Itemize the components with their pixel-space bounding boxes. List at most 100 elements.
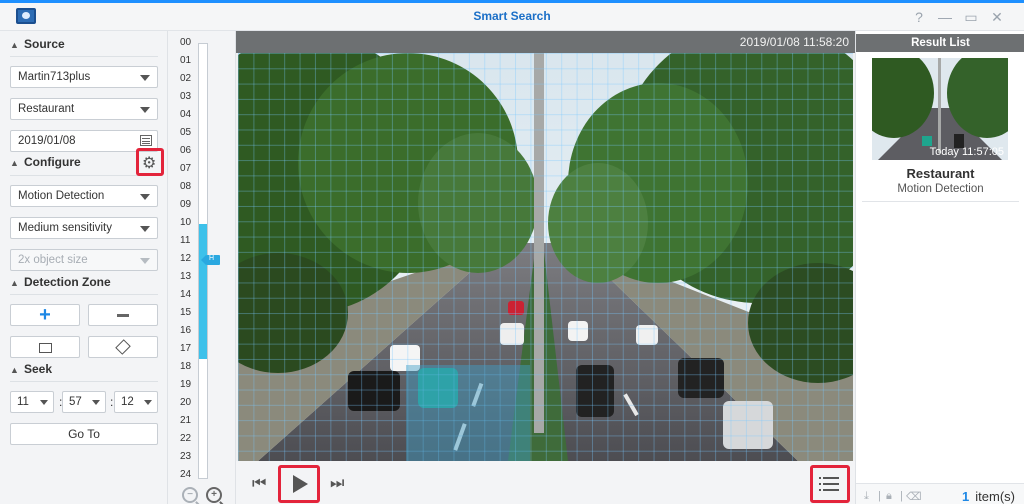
collapse-caret-icon: ▲ xyxy=(10,40,19,50)
playback-controls: ⏮ ⏭ xyxy=(236,461,855,504)
collapse-caret-icon: ▲ xyxy=(10,158,19,168)
dropdown-arrow-icon xyxy=(140,226,150,232)
timeline-hour-label: 03 xyxy=(180,91,192,102)
timeline-recording-range xyxy=(199,223,207,359)
gear-icon: ⚙ xyxy=(142,155,157,172)
timeline-hour-label: 00 xyxy=(180,37,192,48)
separator: | xyxy=(900,490,903,502)
timeline-hour-label: 14 xyxy=(180,289,192,300)
calendar-icon[interactable] xyxy=(140,135,152,146)
dropdown-arrow-icon xyxy=(92,400,100,405)
camera-select[interactable]: Martin713plus xyxy=(10,66,158,88)
result-type: Motion Detection xyxy=(897,183,984,195)
play-button[interactable] xyxy=(278,465,320,503)
video-timestamp: 2019/01/08 11:58:20 xyxy=(739,35,849,49)
eraser-icon[interactable]: ⌫ xyxy=(906,490,922,503)
timeline-hour-label: 01 xyxy=(180,55,192,66)
timeline-hour-label: 10 xyxy=(180,217,192,228)
timeline-panel: 00 01 02 03 04 05 06 07 08 09 10 11 12 13 14 15 16 17 18 19… xyxy=(168,31,236,504)
plus-icon: + xyxy=(39,304,51,326)
result-time: Today 11:57:05 xyxy=(929,146,1004,158)
maximize-icon[interactable]: ▭ xyxy=(962,8,980,26)
minimize-icon[interactable]: — xyxy=(936,8,954,26)
timeline-hour-label: 05 xyxy=(180,127,192,138)
timeline-hour-label: 20 xyxy=(180,397,192,408)
advanced-settings-button[interactable]: ⚙ xyxy=(136,148,164,176)
time-separator: : xyxy=(110,395,114,409)
list-icon xyxy=(819,477,839,479)
play-icon xyxy=(293,475,308,493)
dropdown-arrow-icon xyxy=(140,258,150,264)
video-area: 2019/01/08 11:58:20 ⏮ ⏭ xyxy=(236,31,855,504)
settings-panel: ▲ Source Martin713plus Restaurant 2019/01… xyxy=(0,31,168,504)
add-rectangle-icon xyxy=(38,343,52,353)
seek-section-header[interactable]: ▲ Seek xyxy=(10,362,158,382)
video-frame[interactable] xyxy=(238,53,853,461)
dropdown-arrow-icon xyxy=(140,107,150,113)
timeline-hour-label: 06 xyxy=(180,145,192,156)
collapse-caret-icon: ▲ xyxy=(10,365,19,375)
timeline-hour-label: 16 xyxy=(180,325,192,336)
timeline-hour-label: 11 xyxy=(180,235,191,246)
previous-icon[interactable]: ⏮ xyxy=(252,475,266,493)
timeline-hour-label: 08 xyxy=(180,181,192,192)
timeline-hour-label: 18 xyxy=(180,361,192,372)
zoom-out-icon[interactable]: − xyxy=(182,487,198,503)
erase-zone-button[interactable] xyxy=(88,336,158,358)
seek-hour-select[interactable]: 11 xyxy=(10,391,54,413)
location-select[interactable]: Restaurant xyxy=(10,98,158,120)
add-zone-button[interactable]: + xyxy=(10,304,80,326)
download-icon[interactable]: ⤓ xyxy=(864,490,869,503)
result-count: 1 item(s) xyxy=(962,489,1015,504)
timeline-hour-label: 17 xyxy=(180,343,192,354)
detection-grid-overlay xyxy=(238,53,853,461)
timeline-hour-label: 07 xyxy=(180,163,192,174)
separator: | xyxy=(878,490,881,502)
divider xyxy=(862,201,1019,202)
seek-second-select[interactable]: 12 xyxy=(114,391,158,413)
result-list-footer: ⤓ | 🔒︎ | ⌫ 1 item(s) xyxy=(856,483,1024,504)
timeline-hour-label: 02 xyxy=(180,73,192,84)
timeline-hour-label: 19 xyxy=(180,379,192,390)
detection-zone-overlay[interactable] xyxy=(406,365,530,461)
result-thumbnail[interactable]: Today 11:57:05 xyxy=(872,58,1008,160)
go-to-button[interactable]: Go To xyxy=(10,423,158,445)
eraser-icon xyxy=(115,339,131,355)
dropdown-arrow-icon xyxy=(144,400,152,405)
dropdown-arrow-icon xyxy=(40,400,48,405)
timeline-hour-label: 24 xyxy=(180,469,192,480)
dropdown-arrow-icon xyxy=(140,194,150,200)
timeline-hour-label: 15 xyxy=(180,307,192,318)
timeline-position-handle[interactable]: H xyxy=(201,255,220,266)
analytics-mode-select[interactable]: Motion Detection xyxy=(10,185,158,207)
seek-minute-select[interactable]: 57 xyxy=(62,391,106,413)
result-name: Restaurant xyxy=(906,166,975,181)
timeline-hour-label: 12 xyxy=(180,253,192,264)
configure-section-header[interactable]: ▲ Configure xyxy=(10,155,132,175)
zoom-in-icon[interactable]: + xyxy=(206,487,222,503)
lock-icon[interactable]: 🔒︎ xyxy=(886,490,892,503)
timeline-hour-label: 04 xyxy=(180,109,192,120)
close-icon[interactable]: ✕ xyxy=(988,8,1006,26)
timeline-hour-label: 21 xyxy=(180,415,192,426)
timeline-hour-label: 23 xyxy=(180,451,192,462)
result-list-header: Result List xyxy=(856,34,1024,52)
next-icon[interactable]: ⏭ xyxy=(330,475,344,493)
detection-zone-section-header[interactable]: ▲ Detection Zone xyxy=(10,275,158,295)
minus-icon xyxy=(117,314,129,318)
timeline-hour-label: 09 xyxy=(180,199,192,210)
result-list-toggle-button[interactable] xyxy=(810,465,850,503)
remove-zone-button[interactable] xyxy=(88,304,158,326)
timeline-hour-label: 13 xyxy=(180,271,192,282)
sensitivity-select[interactable]: Medium sensitivity xyxy=(10,217,158,239)
help-icon[interactable]: ? xyxy=(910,8,928,26)
video-header-bar: 2019/01/08 11:58:20 xyxy=(236,31,855,53)
object-size-select[interactable]: 2x object size xyxy=(10,249,158,271)
source-section-header[interactable]: ▲ Source xyxy=(10,37,158,57)
result-thumbnail-image xyxy=(872,58,1008,160)
collapse-caret-icon: ▲ xyxy=(10,278,19,288)
smart-search-window: Smart Search ? — ▭ ✕ ▲ Source Martin713pl… xyxy=(0,0,1024,504)
draw-zone-button[interactable] xyxy=(10,336,80,358)
title-bar: Smart Search ? — ▭ ✕ xyxy=(0,3,1024,31)
dropdown-arrow-icon xyxy=(140,75,150,81)
